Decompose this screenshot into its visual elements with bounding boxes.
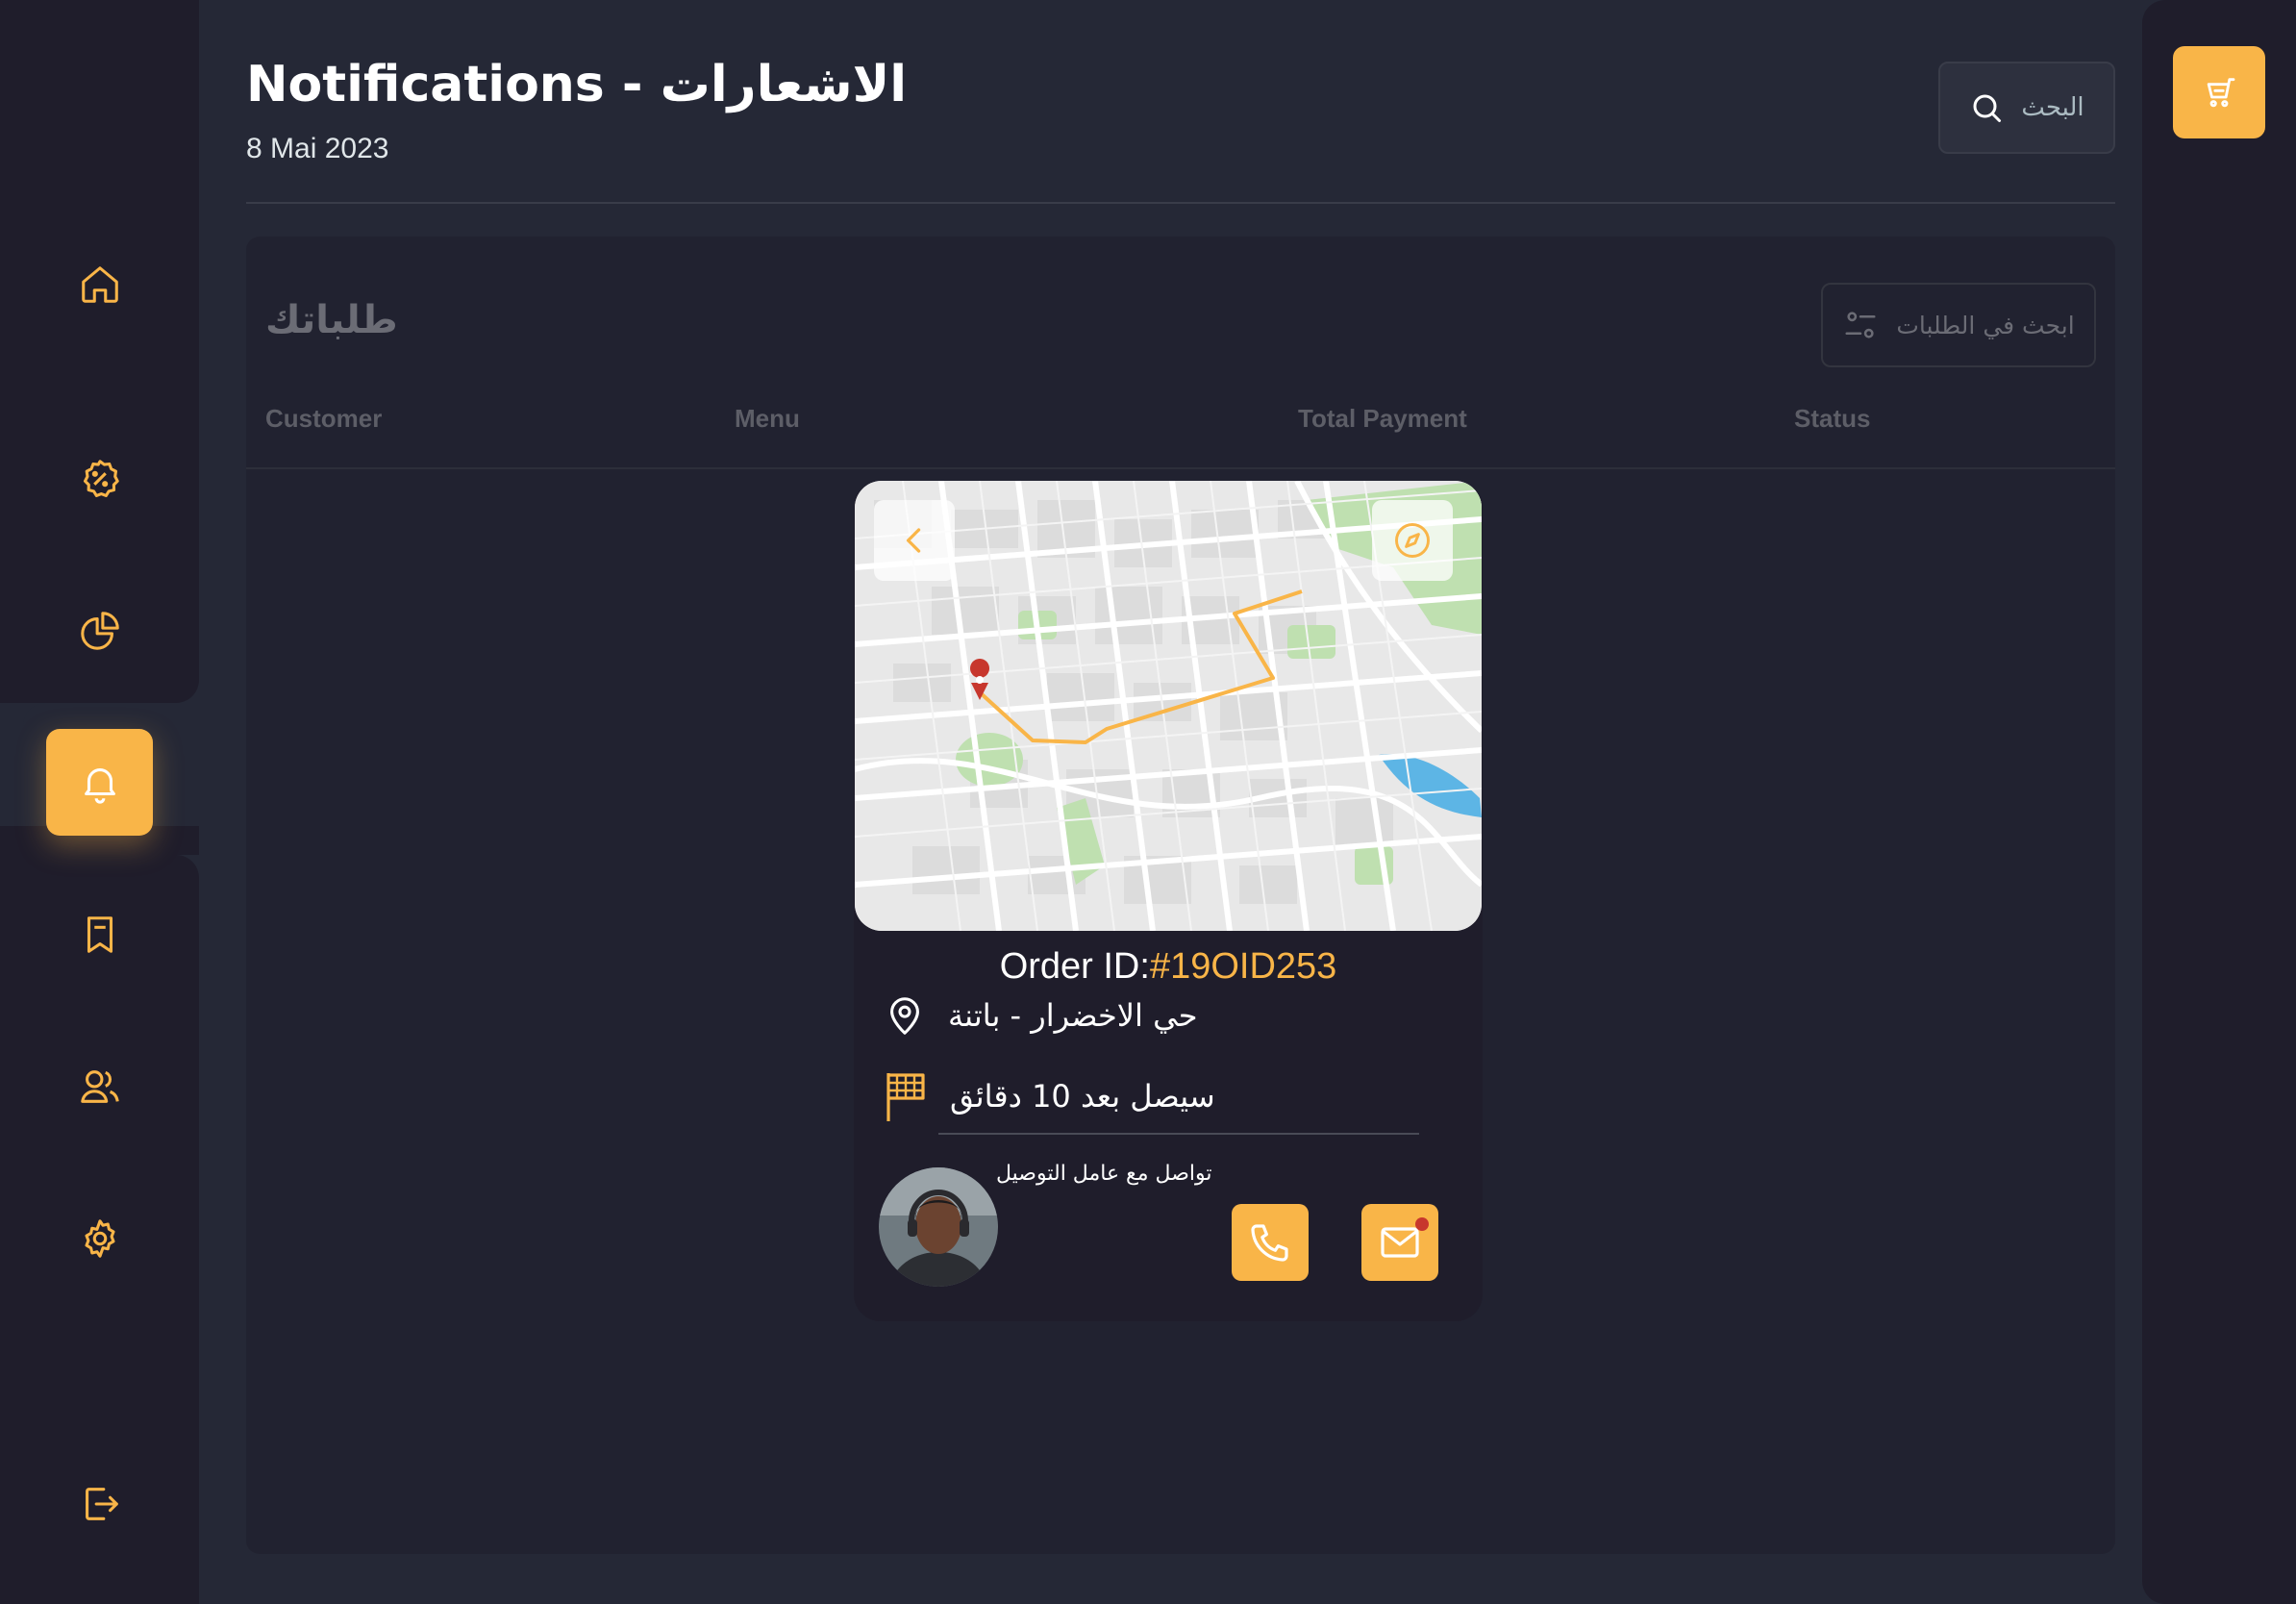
phone-icon <box>1251 1224 1288 1262</box>
delivery-location: حي الاخضرار - باتنة <box>883 990 1198 1040</box>
orders-search-placeholder: ابحث في الطلبات <box>1896 311 2075 339</box>
column-header-total-payment: Total Payment <box>1298 404 1467 433</box>
users-icon <box>80 1069 119 1103</box>
call-driver-button[interactable] <box>1232 1204 1309 1281</box>
map-back-button[interactable] <box>874 500 955 581</box>
sidebar-item-saved[interactable] <box>46 881 153 988</box>
logout-button[interactable] <box>46 1450 153 1557</box>
card-divider <box>938 1133 1419 1135</box>
page-date: 8 Mai 2023 <box>246 133 389 164</box>
order-id-value: #19OID253 <box>1149 946 1337 987</box>
header-divider <box>246 202 2115 204</box>
sidebar-item-notifications[interactable] <box>46 729 153 836</box>
map-compass-button[interactable] <box>1372 500 1453 581</box>
sidebar-item-dashboard[interactable] <box>46 577 153 684</box>
contact-driver-label: تواصل مع عامل التوصيل <box>996 1162 1212 1186</box>
delivery-map[interactable] <box>855 481 1482 931</box>
pie-chart-icon <box>80 611 119 650</box>
chevron-left-icon <box>906 528 921 553</box>
sidebar-item-discount[interactable] <box>46 425 153 532</box>
column-header-menu: Menu <box>735 404 800 433</box>
home-icon <box>81 265 118 303</box>
page-title: Notifications - الاشعارات <box>246 56 908 113</box>
compass-icon <box>1395 523 1430 558</box>
eta-text: سيصل بعد 10 دقائق <box>950 1078 1215 1115</box>
cart-button[interactable] <box>2173 46 2265 138</box>
delivery-eta: سيصل بعد 10 دقائق <box>883 1069 1215 1123</box>
column-header-status: Status <box>1794 404 1871 433</box>
settings-icon <box>84 1218 115 1258</box>
bookmark-icon <box>87 915 112 953</box>
sidebar-item-users[interactable] <box>46 1033 153 1140</box>
table-divider <box>246 467 2115 469</box>
discount-icon <box>83 459 119 497</box>
filter-icon <box>1842 307 1879 343</box>
cart-icon <box>2207 78 2235 108</box>
order-id: Order ID:#19OID253 <box>854 946 1483 988</box>
unread-badge <box>1415 1217 1429 1231</box>
column-header-customer: Customer <box>265 404 383 433</box>
sidebar-item-settings[interactable] <box>46 1185 153 1291</box>
bell-icon <box>84 767 115 804</box>
order-id-label: Order ID: <box>999 946 1150 987</box>
orders-title: طلباتك <box>265 298 398 342</box>
sidebar-item-home[interactable] <box>46 231 153 338</box>
search-placeholder: البحث <box>2021 93 2084 122</box>
location-pin-icon <box>883 990 927 1040</box>
finish-flag-icon <box>883 1069 929 1123</box>
message-driver-button[interactable] <box>1361 1204 1438 1281</box>
right-panel <box>2142 0 2296 1604</box>
search-icon <box>1969 90 2004 125</box>
location-text: حي الاخضرار - باتنة <box>948 997 1198 1034</box>
logout-icon <box>85 1487 118 1520</box>
driver-avatar <box>879 1167 998 1287</box>
search-input[interactable]: البحث <box>1938 62 2115 154</box>
orders-search-input[interactable]: ابحث في الطلبات <box>1821 283 2096 367</box>
